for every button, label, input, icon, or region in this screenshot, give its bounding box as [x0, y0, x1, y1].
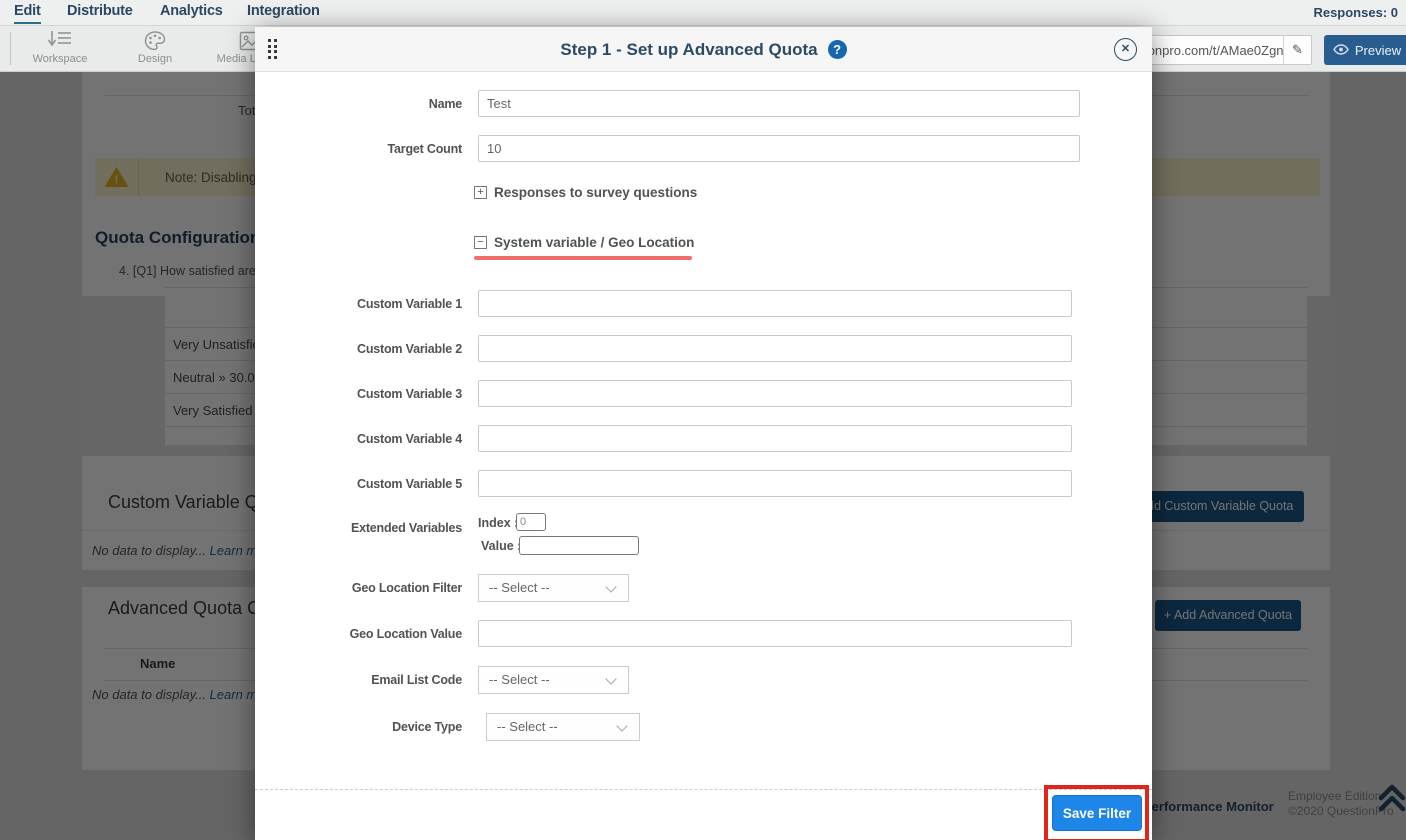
preview-button[interactable]: Preview [1324, 35, 1406, 65]
geo-location-value-field[interactable] [478, 620, 1072, 647]
custom-variable-1-field[interactable] [478, 290, 1072, 317]
workspace-icon [15, 30, 105, 52]
palette-icon [110, 30, 200, 52]
chevron-down-icon [605, 581, 616, 592]
edit-url-button[interactable]: ✎ [1283, 36, 1311, 64]
custom-variable-4-field[interactable] [478, 425, 1072, 452]
custom-variable-5-field[interactable] [478, 470, 1072, 497]
chevron-down-icon [605, 673, 616, 684]
modal-title: Step 1 - Set up Advanced Quota [560, 40, 817, 60]
preview-label: Preview [1355, 43, 1401, 58]
toolbar-label: Workspace [15, 53, 105, 65]
custom-variable-4-label: Custom Variable 4 [255, 432, 462, 446]
target-count-field[interactable] [478, 135, 1080, 162]
name-label: Name [255, 97, 462, 111]
toolbar-label: Design [110, 53, 200, 65]
index-label: Index : [478, 516, 518, 530]
custom-variable-2-field[interactable] [478, 335, 1072, 362]
geo-location-filter-select[interactable]: -- Select -- [478, 574, 629, 602]
close-icon[interactable]: ✕ [1114, 38, 1137, 61]
device-type-label: Device Type [255, 720, 462, 734]
custom-variable-2-label: Custom Variable 2 [255, 342, 462, 356]
section-label: Responses to survey questions [494, 185, 697, 200]
device-type-select[interactable]: -- Select -- [486, 713, 640, 741]
expand-icon: + [474, 186, 487, 199]
tab-distribute[interactable]: Distribute [67, 3, 133, 22]
chevron-down-icon [616, 720, 627, 731]
selected-option: -- Select -- [489, 580, 550, 595]
tab-edit[interactable]: Edit [14, 3, 41, 24]
red-underline-annotation [474, 256, 692, 260]
pencil-icon: ✎ [1292, 42, 1303, 58]
toolbar-item-design[interactable]: Design [110, 30, 200, 65]
geo-location-value-label: Geo Location Value [255, 627, 462, 641]
email-list-code-select[interactable]: -- Select -- [478, 666, 629, 694]
custom-variable-3-label: Custom Variable 3 [255, 387, 462, 401]
value-label: Value : [481, 539, 521, 553]
modal-title-wrap: Step 1 - Set up Advanced Quota ? [255, 27, 1152, 72]
advanced-quota-modal: Step 1 - Set up Advanced Quota ? ✕ Name … [255, 27, 1152, 840]
value-field[interactable] [519, 536, 639, 555]
responses-count: Responses: 0 [1313, 5, 1398, 20]
selected-option: -- Select -- [489, 672, 550, 687]
name-field[interactable] [478, 90, 1080, 117]
top-nav: Edit Distribute Analytics Integration Re… [0, 0, 1406, 26]
footer-divider [255, 789, 1152, 790]
email-list-code-label: Email List Code [255, 673, 462, 687]
questionpro-app: Edit Distribute Analytics Integration Re… [0, 0, 1406, 840]
geo-location-filter-label: Geo Location Filter [255, 581, 462, 595]
extended-variables-label: Extended Variables [255, 521, 462, 535]
eye-icon [1333, 43, 1349, 58]
custom-variable-5-label: Custom Variable 5 [255, 477, 462, 491]
collapse-icon: − [474, 236, 487, 249]
modal-header: Step 1 - Set up Advanced Quota ? ✕ [255, 27, 1152, 72]
custom-variable-1-label: Custom Variable 1 [255, 297, 462, 311]
tab-integration[interactable]: Integration [247, 3, 320, 22]
toolbar-item-workspace[interactable]: Workspace [15, 30, 105, 65]
toolbar-divider [10, 32, 11, 65]
custom-variable-3-field[interactable] [478, 380, 1072, 407]
target-count-label: Target Count [255, 142, 462, 156]
section-label: System variable / Geo Location [494, 235, 694, 250]
red-highlight-annotation [1044, 785, 1149, 840]
help-icon[interactable]: ? [828, 40, 847, 59]
section-system-toggle[interactable]: − System variable / Geo Location [474, 235, 694, 250]
selected-option: -- Select -- [497, 719, 558, 734]
section-responses-toggle[interactable]: + Responses to survey questions [474, 185, 697, 200]
index-field[interactable] [516, 513, 546, 531]
tab-analytics[interactable]: Analytics [160, 3, 223, 22]
